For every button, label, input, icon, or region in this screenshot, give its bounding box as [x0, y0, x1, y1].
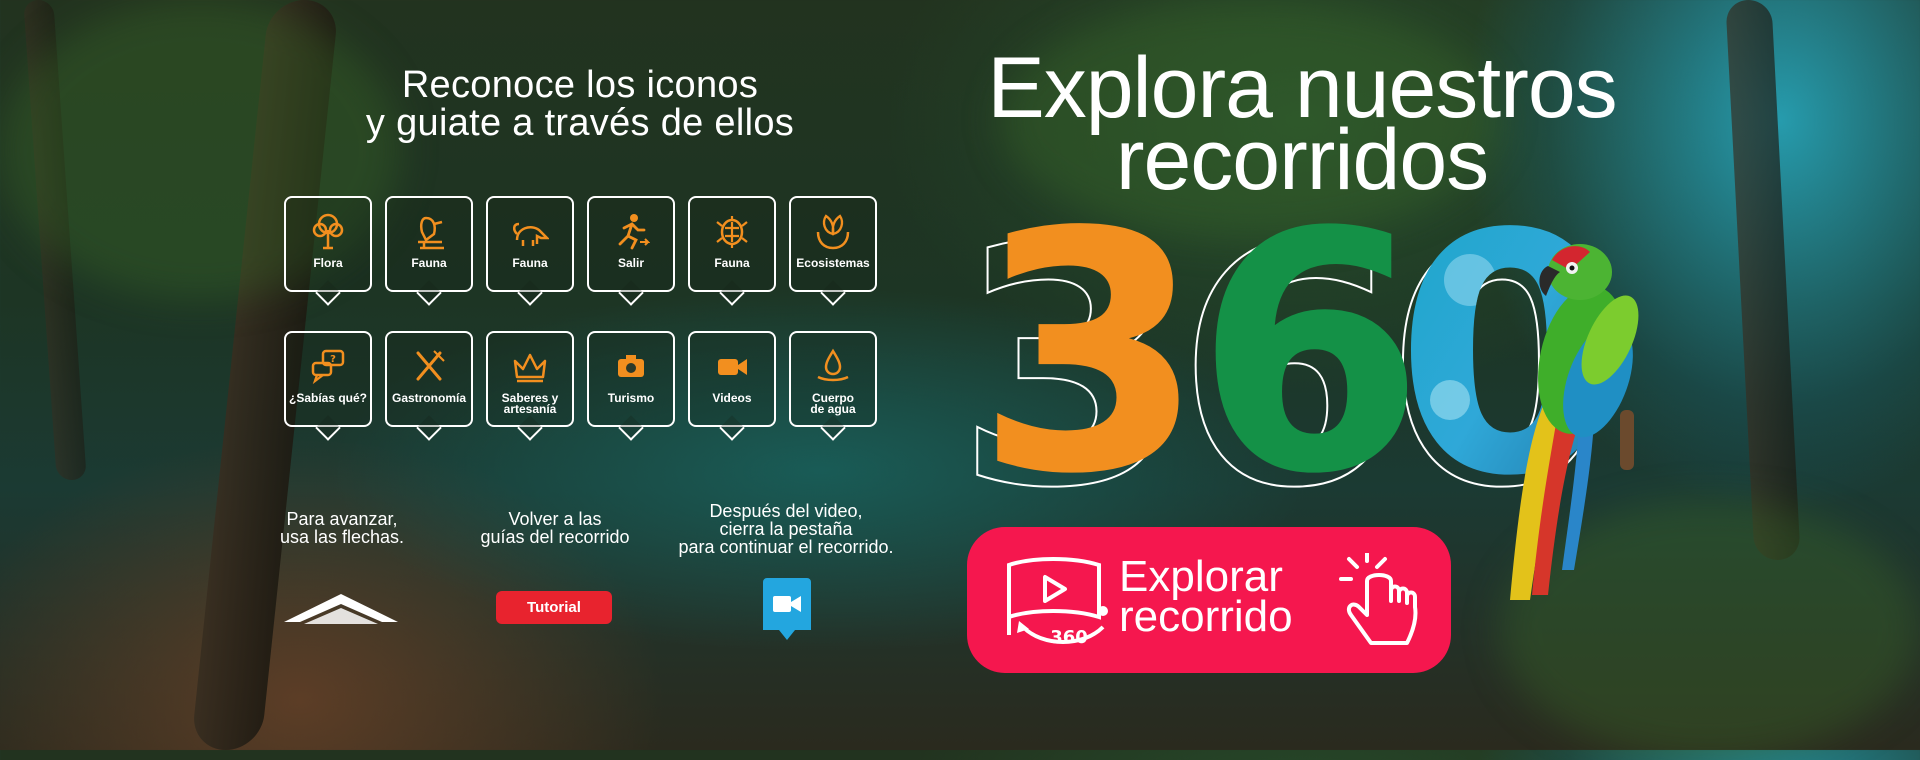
cta-badge: 360 — [1050, 627, 1088, 648]
arrow-up-icon[interactable] — [284, 592, 398, 624]
icon-legend-card: Flora — [284, 196, 372, 292]
icons-subtitle: Reconoce los iconos y guiate a través de… — [330, 66, 830, 142]
digit-3: 3 — [975, 200, 1205, 500]
parrot-image — [1510, 244, 1639, 600]
tap-hand-icon — [1339, 553, 1418, 645]
icon-legend-card: Fauna — [385, 196, 473, 292]
crown-craft-icon — [513, 353, 547, 383]
icon-legend-label: Videos — [712, 391, 752, 405]
icon-legend-label: Gastronomía — [391, 391, 466, 405]
icon-legend-card: Turismo — [587, 331, 675, 427]
icon-legend-card: Videos — [688, 331, 776, 427]
icon-legend-label: Fauna — [512, 256, 548, 270]
bird-icon — [418, 216, 444, 250]
turtle-icon — [716, 216, 748, 248]
subtitle-line-1: Reconoce los iconos — [401, 64, 759, 106]
icon-legend-card: Fauna — [688, 196, 776, 292]
icon-legend-label: Ecosistemas — [796, 256, 870, 270]
icon-legend-card: ? ¿Sabías qué? — [284, 331, 372, 427]
explore-tour-button[interactable]: 360 Explorar recorrido — [967, 527, 1451, 673]
video-camera-icon — [718, 359, 747, 375]
speech-bubbles-icon: ? — [311, 349, 345, 385]
cta-label: Explorar recorrido — [1119, 552, 1293, 641]
icon-legend-label: Flora — [313, 256, 343, 270]
icon-legend-card: Cuerpo de agua — [789, 331, 877, 427]
icon-legend-card: Saberes y artesanía — [486, 331, 574, 427]
subtitle-line-2: y guiate a través de ellos — [365, 102, 795, 144]
tutorial-button[interactable]: Tutorial — [496, 591, 612, 624]
cta-line-1: Explorar — [1119, 552, 1283, 601]
camera-icon — [618, 355, 644, 377]
running-person-icon — [618, 214, 650, 250]
icon-legend-label: Fauna — [411, 256, 447, 270]
icon-legend-card: Ecosistemas — [789, 196, 877, 292]
main-title: Explora nuestros recorridos — [952, 45, 1652, 203]
video-360-icon: 360 — [1007, 557, 1108, 648]
video-instruction: Después del video, cierra la pestaña par… — [678, 501, 894, 557]
icon-legend-label: Cuerpo de agua — [810, 391, 856, 416]
fork-knife-icon — [416, 350, 445, 381]
icon-legend-label: Salir — [617, 256, 644, 270]
icon-legend-card: Fauna — [486, 196, 574, 292]
cta-line-2: recorrido — [1119, 592, 1293, 641]
icon-legend-card: Salir — [587, 196, 675, 292]
video-badge-icon — [763, 578, 811, 640]
digit-6: 6 — [1195, 200, 1425, 500]
icon-legend-label: Saberes y artesanía — [501, 391, 559, 416]
background-tree-trunk — [1725, 0, 1801, 560]
back-instruction: Volver a las guías del recorrido — [480, 509, 630, 547]
tree-icon — [312, 213, 344, 250]
advance-instruction: Para avanzar, usa las flechas. — [279, 509, 405, 547]
leaves-hand-icon — [816, 214, 850, 250]
icon-legend-label: Fauna — [714, 256, 750, 270]
anteater-icon — [513, 222, 549, 246]
icon-legend-card: Gastronomía — [385, 331, 473, 427]
water-drop-icon — [817, 348, 849, 382]
icon-legend-label: Turismo — [607, 391, 655, 405]
icon-legend-label: ¿Sabías qué? — [288, 391, 368, 405]
